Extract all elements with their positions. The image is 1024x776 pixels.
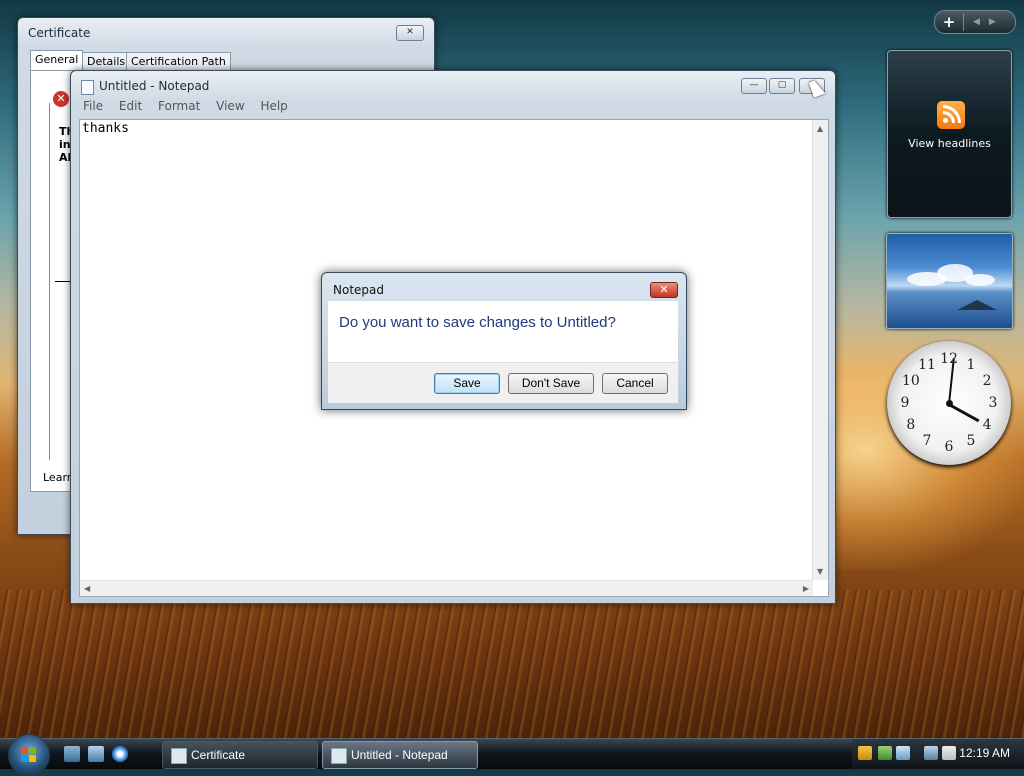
taskbar-notepad[interactable]: Untitled - Notepad: [322, 741, 478, 769]
clock-number: 1: [966, 356, 976, 373]
certificate-icon: [171, 748, 187, 764]
maximize-button[interactable]: ▢: [769, 78, 795, 94]
scroll-right-icon[interactable]: ▶: [803, 584, 809, 593]
feed-gadget-label: View headlines: [908, 137, 991, 150]
hour-hand: [948, 403, 980, 423]
clock-number: 11: [918, 356, 936, 373]
taskbar-certificate[interactable]: Certificate: [162, 741, 318, 769]
tab-certification-path[interactable]: Certification Path: [126, 52, 231, 71]
notepad-icon: [81, 80, 94, 95]
show-desktop-icon[interactable]: [64, 746, 80, 762]
previous-icon[interactable]: ◀: [973, 17, 980, 27]
clock-gadget[interactable]: 12 1 2 3 4 5 6 7 8 9 10 11: [887, 341, 1011, 465]
windows-logo-icon: [21, 747, 37, 763]
scroll-down-icon[interactable]: ▼: [817, 567, 823, 576]
switch-windows-icon[interactable]: [88, 746, 104, 762]
clock-number: 5: [966, 433, 976, 450]
dont-save-button[interactable]: Don't Save: [508, 373, 594, 394]
internet-explorer-icon[interactable]: [112, 746, 128, 762]
dialog-title: Notepad: [333, 283, 384, 297]
clock-number: 8: [906, 417, 916, 433]
rss-icon: [937, 101, 965, 129]
clock-number: 4: [982, 417, 992, 433]
editor-content[interactable]: thanks: [82, 121, 129, 136]
clock-number: 9: [900, 395, 910, 411]
error-icon: ✕: [53, 91, 69, 107]
update-icon[interactable]: [896, 746, 910, 760]
minimize-button[interactable]: —: [741, 78, 767, 94]
feed-headlines-gadget[interactable]: View headlines: [887, 50, 1012, 218]
tab-details[interactable]: Details: [82, 52, 131, 71]
slideshow-gadget[interactable]: [886, 233, 1013, 329]
panel-border: [49, 103, 50, 460]
menu-view[interactable]: View: [216, 99, 244, 113]
tab-general[interactable]: General: [30, 50, 84, 71]
start-button[interactable]: [8, 734, 50, 776]
pier-icon: [957, 300, 997, 310]
clock-number: 7: [922, 433, 932, 450]
clock-number: 10: [901, 373, 920, 389]
menu-bar: File Edit Format View Help: [77, 99, 294, 117]
taskbar: Certificate Untitled - Notepad 12:19 AM: [0, 734, 1024, 776]
menu-file[interactable]: File: [83, 99, 103, 113]
sidebar-controls: + ◀ ▶: [934, 10, 1016, 34]
desktop-grass: [0, 590, 1024, 740]
clock-number: 12: [940, 351, 958, 367]
vertical-scrollbar[interactable]: ▲ ▼: [812, 120, 828, 580]
certificate-title: Certificate: [28, 26, 91, 40]
scroll-up-icon[interactable]: ▲: [817, 124, 823, 133]
horizontal-scrollbar[interactable]: ◀ ▶: [80, 580, 813, 596]
clock-number: 3: [988, 395, 998, 411]
dialog-message: Do you want to save changes to Untitled?: [339, 314, 616, 331]
save-changes-dialog[interactable]: Notepad ✕ Do you want to save changes to…: [321, 272, 687, 410]
menu-edit[interactable]: Edit: [119, 99, 142, 113]
dialog-body: Do you want to save changes to Untitled?: [328, 301, 678, 362]
clock-number: 2: [982, 373, 992, 389]
add-gadget-button[interactable]: +: [935, 13, 964, 31]
volume-muted-icon[interactable]: [942, 746, 956, 760]
next-icon[interactable]: ▶: [989, 17, 996, 27]
dialog-close-button[interactable]: ✕: [650, 282, 678, 298]
network-status-icon[interactable]: [878, 746, 892, 760]
notepad-title: Untitled - Notepad: [99, 79, 210, 93]
scroll-left-icon[interactable]: ◀: [84, 584, 90, 593]
clock-number: 6: [944, 439, 954, 455]
notepad-icon: [331, 748, 347, 764]
network-icon[interactable]: [924, 746, 938, 760]
clock-center: [946, 400, 953, 407]
dialog-footer: Save Don't Save Cancel: [328, 362, 678, 403]
system-tray: 12:19 AM: [852, 739, 1024, 769]
cancel-button[interactable]: Cancel: [602, 373, 668, 394]
taskbar-clock[interactable]: 12:19 AM: [959, 746, 1010, 760]
security-shield-icon[interactable]: [858, 746, 872, 760]
certificate-close-button[interactable]: ✕: [396, 25, 424, 41]
save-button[interactable]: Save: [434, 373, 500, 394]
menu-format[interactable]: Format: [158, 99, 200, 113]
menu-help[interactable]: Help: [260, 99, 287, 113]
